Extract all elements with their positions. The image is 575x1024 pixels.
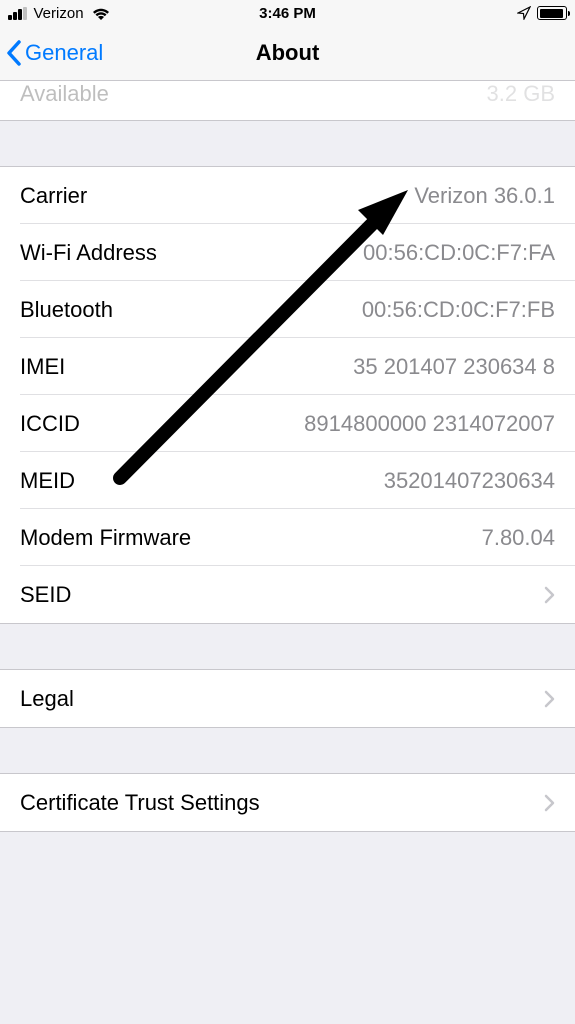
row-carrier[interactable]: Carrier Verizon 36.0.1: [0, 167, 575, 224]
row-label: Certificate Trust Settings: [20, 790, 260, 816]
row-wifi-address[interactable]: Wi-Fi Address 00:56:CD:0C:F7:FA: [0, 224, 575, 281]
row-label: Available: [20, 81, 109, 107]
status-carrier: Verizon: [34, 5, 84, 22]
row-seid[interactable]: SEID: [0, 566, 575, 623]
chevron-left-icon: [6, 40, 22, 66]
row-label: Bluetooth: [20, 297, 113, 323]
row-label: Carrier: [20, 183, 87, 209]
row-value: 35201407230634: [384, 468, 555, 494]
row-value: 7.80.04: [482, 525, 555, 551]
row-label: ICCID: [20, 411, 80, 437]
row-modem-firmware[interactable]: Modem Firmware 7.80.04: [0, 509, 575, 566]
back-label: General: [25, 40, 103, 66]
row-available-partial[interactable]: Available 3.2 GB: [0, 81, 575, 121]
chevron-right-icon: [544, 690, 555, 708]
content: Available 3.2 GB Carrier Verizon 36.0.1 …: [0, 81, 575, 852]
status-right: [517, 6, 567, 20]
chevron-right-icon: [544, 794, 555, 812]
row-label: MEID: [20, 468, 75, 494]
row-value: Verizon 36.0.1: [414, 183, 555, 209]
group-certificates: Certificate Trust Settings: [0, 773, 575, 832]
row-label: SEID: [20, 582, 71, 608]
wifi-icon: [92, 7, 110, 20]
row-value: 00:56:CD:0C:F7:FB: [362, 297, 555, 323]
chevron-right-icon: [544, 586, 555, 604]
page-title: About: [256, 40, 320, 66]
status-time: 3:46 PM: [259, 5, 316, 22]
battery-icon: [537, 6, 567, 20]
row-value: 8914800000 2314072007: [304, 411, 555, 437]
row-bluetooth[interactable]: Bluetooth 00:56:CD:0C:F7:FB: [0, 281, 575, 338]
row-iccid[interactable]: ICCID 8914800000 2314072007: [0, 395, 575, 452]
group-device-info: Carrier Verizon 36.0.1 Wi-Fi Address 00:…: [0, 166, 575, 624]
row-imei[interactable]: IMEI 35 201407 230634 8: [0, 338, 575, 395]
row-label: IMEI: [20, 354, 65, 380]
navigation-bar: General About: [0, 26, 575, 81]
status-left: Verizon: [8, 5, 110, 22]
status-bar: Verizon 3:46 PM: [0, 0, 575, 26]
back-button[interactable]: General: [6, 40, 103, 66]
row-label: Modem Firmware: [20, 525, 191, 551]
location-icon: [517, 6, 531, 20]
row-legal[interactable]: Legal: [0, 670, 575, 727]
row-value: 3.2 GB: [487, 81, 555, 107]
row-value: 35 201407 230634 8: [353, 354, 555, 380]
row-value: 00:56:CD:0C:F7:FA: [363, 240, 555, 266]
group-legal: Legal: [0, 669, 575, 728]
signal-strength-icon: [8, 7, 27, 20]
row-certificate-trust-settings[interactable]: Certificate Trust Settings: [0, 774, 575, 831]
row-label: Wi-Fi Address: [20, 240, 157, 266]
row-meid[interactable]: MEID 35201407230634: [0, 452, 575, 509]
row-label: Legal: [20, 686, 74, 712]
